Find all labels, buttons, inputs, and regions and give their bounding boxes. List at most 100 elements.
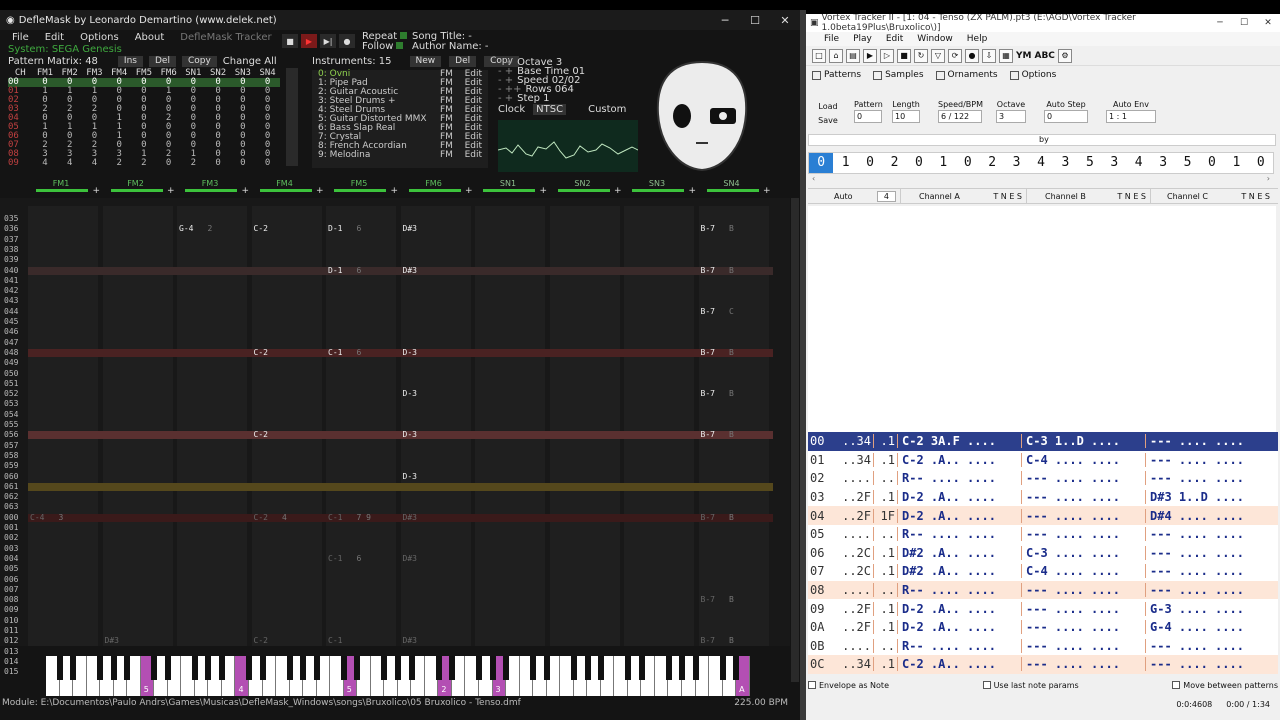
channel-a-cell[interactable]: D-2 .A.. .... [898,620,1022,635]
channel-b-cell[interactable]: --- .... .... [1022,527,1146,542]
channel-b-cell[interactable]: --- .... .... [1022,601,1146,616]
sample-column[interactable]: ..2C [836,564,874,579]
tab-patterns[interactable]: Patterns [812,70,861,80]
position-cell[interactable]: 1 [931,153,955,173]
channel-bar-fm6[interactable]: FM6 + [401,180,473,196]
piano-black-key[interactable] [246,656,253,680]
pm-cell[interactable]: 0 [156,159,181,168]
position-cell[interactable]: 5 [1078,153,1102,173]
piano-black-key[interactable] [381,656,388,680]
position-cell[interactable]: 0 [809,153,834,173]
pattern-note[interactable]: C-1 [328,636,356,646]
channel-c-flags[interactable]: T N E S [1241,192,1270,201]
play-icon[interactable]: ▶ [863,48,877,63]
channel-add-icon[interactable]: + [390,187,398,196]
sample-column[interactable]: .... [836,527,874,542]
pattern-note[interactable]: D#3 [105,636,133,646]
channel-c-cell[interactable]: --- .... .... [1146,657,1270,671]
piano-black-key[interactable] [164,656,171,680]
piano-black-key[interactable] [489,656,496,680]
piano-black-key[interactable] [598,656,605,680]
piano-black-key[interactable] [435,656,442,680]
tracker-row[interactable]: 09 ..2F .1 D-2 .A.. .... --- .... .... G-3 ..… [808,599,1278,618]
menu-options[interactable]: Options [80,32,119,43]
toggle-icon[interactable]: ▽ [931,48,945,63]
sample-column[interactable]: ..2F [836,508,874,523]
stop-icon[interactable]: ■ [897,48,911,63]
pattern-note[interactable]: C-2 [254,636,282,646]
channel-a-cell[interactable]: C-2 .A.. .... [898,657,1022,672]
sample-column[interactable]: ..2F [836,490,874,505]
piano-black-key[interactable] [56,656,63,680]
position-cell[interactable]: 2 [882,153,906,173]
channel-a-cell[interactable]: R-- .... .... [898,471,1022,486]
channel-c-cell[interactable]: --- .... .... [1146,527,1270,541]
change-all-button[interactable]: Change All [223,56,277,67]
channel-a-cell[interactable]: D-2 .A.. .... [898,490,1022,505]
tracker-row[interactable]: 01 ..34.1 C-2 .A.. .... C-4 .... .... --- ..… [808,451,1278,470]
save-button[interactable]: Save [814,116,842,126]
piano-black-key[interactable] [340,656,347,680]
piano-black-key[interactable] [97,656,104,680]
piano-black-key[interactable] [543,656,550,680]
pattern-note[interactable]: B-7 C [701,307,734,317]
piano-black-key[interactable] [408,656,415,680]
pattern-note[interactable]: D#3 [403,513,431,523]
position-cell[interactable]: 0 [956,153,980,173]
channel-c-cell[interactable]: --- .... .... [1146,639,1270,653]
new-file-icon[interactable]: □ [812,48,826,63]
loop-icon[interactable]: ↻ [914,48,928,63]
pattern-note[interactable]: C-1 6 [328,554,361,564]
menu-edit[interactable]: Edit [45,32,64,43]
piano-black-key[interactable] [625,656,632,680]
ornament-column[interactable]: .. [874,638,898,653]
position-cell[interactable]: 3 [1004,153,1028,173]
pattern-note[interactable]: C-2 [254,348,282,358]
channel-c-cell[interactable]: --- .... .... [1146,546,1270,560]
channel-c-cell[interactable]: --- .... .... [1146,453,1270,467]
position-cell[interactable]: 3 [1053,153,1077,173]
piano-black-key[interactable] [584,656,591,680]
sample-column[interactable]: ..2F [836,601,874,616]
piano-black-key[interactable] [124,656,131,680]
record-icon[interactable]: ● [965,48,979,63]
position-cell[interactable]: 4 [1029,153,1053,173]
pattern-note[interactable]: C-4 3 [30,513,63,523]
piano-black-key[interactable] [679,656,686,680]
position-cell[interactable]: 3 [1151,153,1175,173]
pattern-note[interactable]: B-7 B [701,224,734,234]
position-cell[interactable]: 1 [1224,153,1248,173]
piano-black-key[interactable] [354,656,361,680]
scroll-right-icon[interactable]: › [1267,174,1270,184]
pattern-input[interactable]: 0 [854,110,882,123]
sample-column[interactable]: .... [836,471,874,486]
vt-menu-play[interactable]: Play [853,34,872,44]
position-cell[interactable]: 2 [980,153,1004,173]
channel-b-cell[interactable]: --- .... .... [1022,638,1146,653]
sample-column[interactable]: ..34 [836,452,874,467]
piano-black-key[interactable] [191,656,198,680]
load-button[interactable]: Load [814,102,842,112]
position-cell[interactable]: 5 [1175,153,1199,173]
channel-b-cell[interactable]: --- .... .... [1022,490,1146,505]
position-cell[interactable]: 0 [907,153,931,173]
ornament-column[interactable]: .. [874,527,898,542]
menu-file[interactable]: File [12,32,29,43]
piano-black-key[interactable] [259,656,266,680]
close-icon[interactable]: ✕ [770,14,800,27]
channel-b-cell[interactable]: C-4 .... .... [1022,452,1146,467]
piano-black-key[interactable] [205,656,212,680]
channel-add-icon[interactable]: + [688,187,696,196]
pm-cell[interactable]: 09 [8,159,33,168]
move-between-option[interactable]: Move between patterns [1172,681,1278,690]
tracker-row[interactable]: 08...... R-- .... .... --- .... .... --- ..… [808,580,1278,600]
record-button[interactable]: ● [339,34,355,48]
channel-add-icon[interactable]: + [539,187,547,196]
pattern-note[interactable]: B-7 B [701,636,734,646]
pm-cell[interactable]: 0 [206,159,231,168]
tracker-row[interactable]: 07 ..2C .1 D#2 .A.. .... C-4 .... .... --- ..… [808,562,1278,581]
piano-keyboard[interactable]: 5 4 5 2 3 A [46,656,750,696]
piano-black-key[interactable] [313,656,320,680]
tab-ornaments[interactable]: Ornaments [935,70,998,80]
move-between-checkbox[interactable] [1172,681,1181,689]
